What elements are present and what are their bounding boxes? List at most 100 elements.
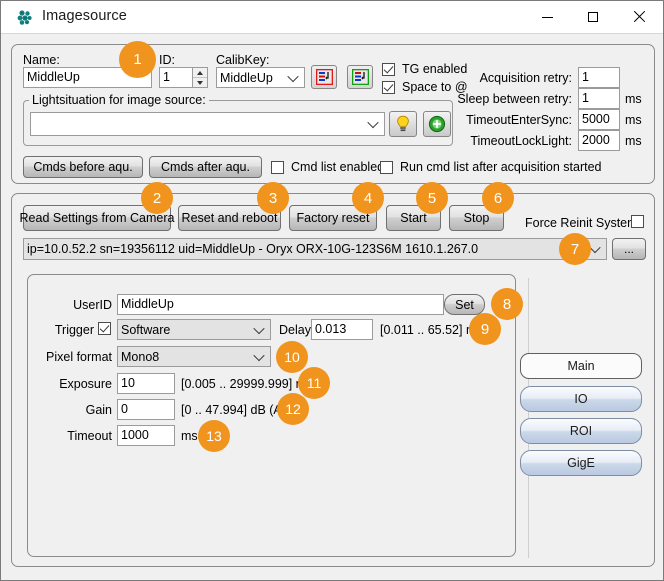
run-cmd-list-label: Run cmd list after acquisition started (400, 160, 602, 174)
timeout-enter-sync-label: TimeoutEnterSync: (466, 113, 572, 127)
delay-label: Delay (279, 323, 311, 337)
trigger-combo[interactable]: Software (117, 319, 271, 340)
timeout-input[interactable]: 1000 (117, 425, 175, 446)
force-reinit-label: Force Reinit System (525, 216, 638, 230)
chevron-down-icon (589, 241, 601, 254)
export-green-icon-button[interactable] (347, 65, 373, 89)
badge-10: 10 (276, 341, 308, 373)
calibkey-value: MiddleUp (220, 70, 273, 85)
exposure-label: Exposure (59, 377, 112, 391)
timeout-lock-light-input[interactable]: 2000 (578, 130, 620, 151)
sleep-between-retry-unit: ms (625, 92, 642, 106)
badge-4: 4 (352, 182, 384, 214)
tab-roi[interactable]: ROI (520, 418, 642, 444)
badge-1: 1 (119, 41, 156, 78)
tab-main[interactable]: Main (520, 353, 642, 379)
timeout-lock-light-label: TimeoutLockLight: (470, 134, 572, 148)
app-cluster-icon (16, 9, 34, 27)
chevron-down-icon (287, 70, 299, 82)
acquisition-retry-label: Acquisition retry: (479, 71, 572, 85)
sleep-between-retry-label: Sleep between retry: (457, 92, 572, 106)
timeout-enter-sync-input[interactable]: 5000 (578, 109, 620, 130)
badge-11: 11 (298, 367, 330, 399)
pixel-format-value: Mono8 (121, 349, 160, 364)
device-combo[interactable]: ip=10.0.52.2 sn=19356112 uid=MiddleUp - … (23, 238, 607, 260)
id-spinner-down[interactable] (193, 78, 207, 87)
browse-button[interactable]: ... (612, 238, 646, 260)
imagesource-window: Imagesource Name: MiddleUp ID: 1 CalibKe… (0, 0, 664, 581)
checkbox-box (271, 160, 284, 174)
id-label: ID: (159, 53, 175, 67)
delay-range: [0.011 .. 65.52] ms (380, 323, 483, 337)
minimize-icon (541, 16, 553, 18)
lightsituation-combo[interactable] (30, 112, 385, 136)
export-green-icon (351, 69, 369, 85)
trigger-checkbox[interactable] (98, 322, 111, 335)
badge-12: 12 (277, 393, 309, 425)
tg-enabled-checkbox[interactable]: TG enabled (382, 62, 467, 76)
gain-input[interactable]: 0 (117, 399, 175, 420)
checkbox-box (380, 160, 393, 174)
force-reinit-checkbox[interactable] (631, 215, 644, 228)
chevron-up-icon (197, 70, 203, 75)
gain-range: [0 .. 47.994] dB (All) (181, 403, 292, 417)
badge-13: 13 (198, 420, 230, 452)
badge-6: 6 (482, 182, 514, 214)
checkbox-box (382, 80, 395, 94)
checkbox-box (98, 322, 111, 335)
maximize-button[interactable] (570, 1, 616, 33)
title-bar: Imagesource (1, 1, 663, 34)
set-button[interactable]: Set (444, 294, 485, 315)
trigger-label: Trigger (54, 323, 94, 337)
timeout-label: Timeout (67, 429, 112, 443)
pixel-format-label: Pixel format (46, 350, 112, 364)
run-cmd-list-checkbox[interactable]: Run cmd list after acquisition started (380, 160, 601, 174)
space-to-at-checkbox[interactable]: Space to @ (382, 80, 468, 94)
timeout-lock-light-unit: ms (625, 134, 642, 148)
chevron-down-icon (197, 80, 203, 85)
userid-label: UserID (73, 298, 112, 312)
pixel-format-combo[interactable]: Mono8 (117, 346, 271, 367)
chevron-down-icon (253, 322, 265, 334)
badge-9: 9 (469, 313, 501, 345)
tab-gige[interactable]: GigE (520, 450, 642, 476)
badge-3: 3 (257, 182, 289, 214)
badge-7: 7 (559, 233, 591, 265)
checkbox-box (631, 215, 644, 228)
close-button[interactable] (616, 1, 662, 33)
sleep-between-retry-input[interactable]: 1 (578, 88, 620, 109)
device-combo-value: ip=10.0.52.2 sn=19356112 uid=MiddleUp - … (27, 242, 479, 256)
delay-input[interactable]: 0.013 (311, 319, 373, 340)
add-circle-icon (428, 115, 446, 133)
lightbulb-icon (397, 115, 409, 132)
calibkey-label: CalibKey: (216, 53, 270, 67)
gain-label: Gain (85, 403, 112, 417)
acquisition-retry-input[interactable]: 1 (578, 67, 620, 88)
id-input[interactable]: 1 (159, 67, 193, 88)
lightbulb-button[interactable] (389, 111, 417, 137)
maximize-icon (588, 12, 598, 22)
lightsituation-title: Lightsituation for image source: (29, 93, 209, 107)
tg-enabled-label: TG enabled (402, 62, 468, 76)
checkbox-box (382, 62, 395, 76)
tab-io[interactable]: IO (520, 386, 642, 412)
window-title: Imagesource (42, 8, 127, 24)
calibkey-combo[interactable]: MiddleUp (216, 67, 305, 88)
import-red-icon-button[interactable] (311, 65, 337, 89)
badge-8: 8 (491, 288, 523, 320)
add-button[interactable] (423, 111, 451, 137)
cmd-list-enabled-checkbox[interactable]: Cmd list enabled (271, 160, 384, 174)
id-spinner[interactable] (193, 67, 208, 88)
minimize-button[interactable] (524, 1, 570, 33)
import-red-icon (315, 69, 333, 85)
close-icon (633, 11, 645, 23)
id-spinner-up[interactable] (193, 68, 207, 78)
userid-input[interactable]: MiddleUp (117, 294, 444, 315)
exposure-input[interactable]: 10 (117, 373, 175, 394)
badge-5: 5 (416, 182, 448, 214)
trigger-value: Software (121, 322, 171, 337)
timeout-unit: ms (181, 429, 198, 443)
cmds-before-button[interactable]: Cmds before aqu. (23, 156, 143, 178)
cmds-after-button[interactable]: Cmds after aqu. (149, 156, 262, 178)
chevron-down-icon (253, 349, 265, 361)
